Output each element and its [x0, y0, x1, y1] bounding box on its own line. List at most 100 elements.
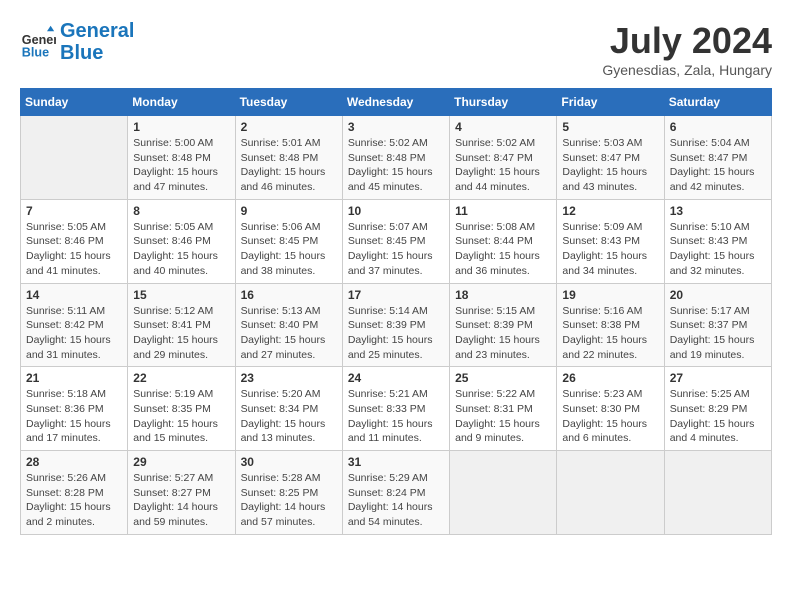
calendar-cell: 1 Sunrise: 5:00 AMSunset: 8:48 PMDaylight…	[128, 116, 235, 200]
day-number: 18	[455, 288, 551, 302]
day-info: Sunrise: 5:20 AMSunset: 8:34 PMDaylight:…	[241, 387, 337, 446]
day-number: 19	[562, 288, 658, 302]
day-info: Sunrise: 5:01 AMSunset: 8:48 PMDaylight:…	[241, 136, 337, 195]
day-number: 28	[26, 455, 122, 469]
day-number: 14	[26, 288, 122, 302]
calendar-cell: 30 Sunrise: 5:28 AMSunset: 8:25 PMDayligh…	[235, 451, 342, 535]
day-number: 20	[670, 288, 766, 302]
day-info: Sunrise: 5:12 AMSunset: 8:41 PMDaylight:…	[133, 304, 229, 363]
day-number: 29	[133, 455, 229, 469]
day-number: 10	[348, 204, 444, 218]
calendar-cell: 9Sunrise: 5:06 AMSunset: 8:45 PMDaylight…	[235, 199, 342, 283]
col-header-sunday: Sunday	[21, 89, 128, 116]
day-info: Sunrise: 5:16 AMSunset: 8:38 PMDaylight:…	[562, 304, 658, 363]
calendar-cell: 20 Sunrise: 5:17 AMSunset: 8:37 PMDayligh…	[664, 283, 771, 367]
day-info: Sunrise: 5:02 AMSunset: 8:48 PMDaylight:…	[348, 136, 444, 195]
day-number: 9	[241, 204, 337, 218]
calendar-cell: 24 Sunrise: 5:21 AMSunset: 8:33 PMDayligh…	[342, 367, 449, 451]
day-info: Sunrise: 5:05 AMSunset: 8:46 PMDaylight:…	[26, 220, 122, 279]
day-info: Sunrise: 5:17 AMSunset: 8:37 PMDaylight:…	[670, 304, 766, 363]
location: Gyenesdias, Zala, Hungary	[602, 62, 772, 78]
day-number: 13	[670, 204, 766, 218]
col-header-saturday: Saturday	[664, 89, 771, 116]
month-title: July 2024	[602, 20, 772, 62]
logo-icon: General Blue	[20, 24, 56, 60]
week-row-5: 28 Sunrise: 5:26 AMSunset: 8:28 PMDayligh…	[21, 451, 772, 535]
day-info: Sunrise: 5:08 AMSunset: 8:44 PMDaylight:…	[455, 220, 551, 279]
day-number: 23	[241, 371, 337, 385]
calendar-cell	[557, 451, 664, 535]
calendar-cell: 11 Sunrise: 5:08 AMSunset: 8:44 PMDayligh…	[450, 199, 557, 283]
day-number: 6	[670, 120, 766, 134]
day-info: Sunrise: 5:15 AMSunset: 8:39 PMDaylight:…	[455, 304, 551, 363]
calendar-cell: 15 Sunrise: 5:12 AMSunset: 8:41 PMDayligh…	[128, 283, 235, 367]
calendar-cell: 4 Sunrise: 5:02 AMSunset: 8:47 PMDaylight…	[450, 116, 557, 200]
col-header-wednesday: Wednesday	[342, 89, 449, 116]
day-info: Sunrise: 5:25 AMSunset: 8:29 PMDaylight:…	[670, 387, 766, 446]
day-info: Sunrise: 5:18 AMSunset: 8:36 PMDaylight:…	[26, 387, 122, 446]
calendar-cell: 12 Sunrise: 5:09 AMSunset: 8:43 PMDayligh…	[557, 199, 664, 283]
day-number: 15	[133, 288, 229, 302]
day-info: Sunrise: 5:19 AMSunset: 8:35 PMDaylight:…	[133, 387, 229, 446]
day-number: 4	[455, 120, 551, 134]
day-number: 26	[562, 371, 658, 385]
calendar-cell: 8Sunrise: 5:05 AMSunset: 8:46 PMDaylight…	[128, 199, 235, 283]
day-number: 27	[670, 371, 766, 385]
calendar-cell: 26 Sunrise: 5:23 AMSunset: 8:30 PMDayligh…	[557, 367, 664, 451]
calendar-cell	[664, 451, 771, 535]
day-info: Sunrise: 5:03 AMSunset: 8:47 PMDaylight:…	[562, 136, 658, 195]
day-number: 8	[133, 204, 229, 218]
day-info: Sunrise: 5:09 AMSunset: 8:43 PMDaylight:…	[562, 220, 658, 279]
day-info: Sunrise: 5:14 AMSunset: 8:39 PMDaylight:…	[348, 304, 444, 363]
calendar-cell: 29 Sunrise: 5:27 AMSunset: 8:27 PMDayligh…	[128, 451, 235, 535]
day-info: Sunrise: 5:23 AMSunset: 8:30 PMDaylight:…	[562, 387, 658, 446]
day-info: Sunrise: 5:22 AMSunset: 8:31 PMDaylight:…	[455, 387, 551, 446]
calendar-cell: 25Sunrise: 5:22 AMSunset: 8:31 PMDayligh…	[450, 367, 557, 451]
day-info: Sunrise: 5:00 AMSunset: 8:48 PMDaylight:…	[133, 136, 229, 195]
calendar-cell: 22Sunrise: 5:19 AMSunset: 8:35 PMDayligh…	[128, 367, 235, 451]
calendar-cell: 16 Sunrise: 5:13 AMSunset: 8:40 PMDayligh…	[235, 283, 342, 367]
col-header-monday: Monday	[128, 89, 235, 116]
day-info: Sunrise: 5:26 AMSunset: 8:28 PMDaylight:…	[26, 471, 122, 530]
calendar-cell: 5 Sunrise: 5:03 AMSunset: 8:47 PMDaylight…	[557, 116, 664, 200]
day-number: 30	[241, 455, 337, 469]
week-row-1: 1 Sunrise: 5:00 AMSunset: 8:48 PMDaylight…	[21, 116, 772, 200]
calendar-cell: 23 Sunrise: 5:20 AMSunset: 8:34 PMDayligh…	[235, 367, 342, 451]
col-header-friday: Friday	[557, 89, 664, 116]
day-number: 17	[348, 288, 444, 302]
calendar-cell: 6Sunrise: 5:04 AMSunset: 8:47 PMDaylight…	[664, 116, 771, 200]
day-info: Sunrise: 5:13 AMSunset: 8:40 PMDaylight:…	[241, 304, 337, 363]
calendar-cell: 27 Sunrise: 5:25 AMSunset: 8:29 PMDayligh…	[664, 367, 771, 451]
day-info: Sunrise: 5:07 AMSunset: 8:45 PMDaylight:…	[348, 220, 444, 279]
logo: General Blue GeneralBlue	[20, 20, 134, 64]
day-number: 12	[562, 204, 658, 218]
calendar-cell	[21, 116, 128, 200]
day-info: Sunrise: 5:28 AMSunset: 8:25 PMDaylight:…	[241, 471, 337, 530]
day-number: 24	[348, 371, 444, 385]
day-info: Sunrise: 5:27 AMSunset: 8:27 PMDaylight:…	[133, 471, 229, 530]
calendar-cell: 2Sunrise: 5:01 AMSunset: 8:48 PMDaylight…	[235, 116, 342, 200]
day-info: Sunrise: 5:10 AMSunset: 8:43 PMDaylight:…	[670, 220, 766, 279]
svg-text:Blue: Blue	[22, 45, 49, 59]
week-row-3: 14Sunrise: 5:11 AMSunset: 8:42 PMDayligh…	[21, 283, 772, 367]
page-header: General Blue GeneralBlue July 2024 Gyene…	[20, 20, 772, 78]
calendar-cell: 28 Sunrise: 5:26 AMSunset: 8:28 PMDayligh…	[21, 451, 128, 535]
col-header-tuesday: Tuesday	[235, 89, 342, 116]
day-info: Sunrise: 5:21 AMSunset: 8:33 PMDaylight:…	[348, 387, 444, 446]
week-row-4: 21 Sunrise: 5:18 AMSunset: 8:36 PMDayligh…	[21, 367, 772, 451]
day-number: 21	[26, 371, 122, 385]
day-info: Sunrise: 5:29 AMSunset: 8:24 PMDaylight:…	[348, 471, 444, 530]
calendar-cell: 13 Sunrise: 5:10 AMSunset: 8:43 PMDayligh…	[664, 199, 771, 283]
day-info: Sunrise: 5:02 AMSunset: 8:47 PMDaylight:…	[455, 136, 551, 195]
day-number: 31	[348, 455, 444, 469]
day-number: 11	[455, 204, 551, 218]
calendar-cell	[450, 451, 557, 535]
title-block: July 2024 Gyenesdias, Zala, Hungary	[602, 20, 772, 78]
calendar-cell: 21 Sunrise: 5:18 AMSunset: 8:36 PMDayligh…	[21, 367, 128, 451]
day-number: 1	[133, 120, 229, 134]
calendar-cell: 31 Sunrise: 5:29 AMSunset: 8:24 PMDayligh…	[342, 451, 449, 535]
day-number: 5	[562, 120, 658, 134]
calendar-cell: 10 Sunrise: 5:07 AMSunset: 8:45 PMDayligh…	[342, 199, 449, 283]
calendar-cell: 18 Sunrise: 5:15 AMSunset: 8:39 PMDayligh…	[450, 283, 557, 367]
day-number: 16	[241, 288, 337, 302]
